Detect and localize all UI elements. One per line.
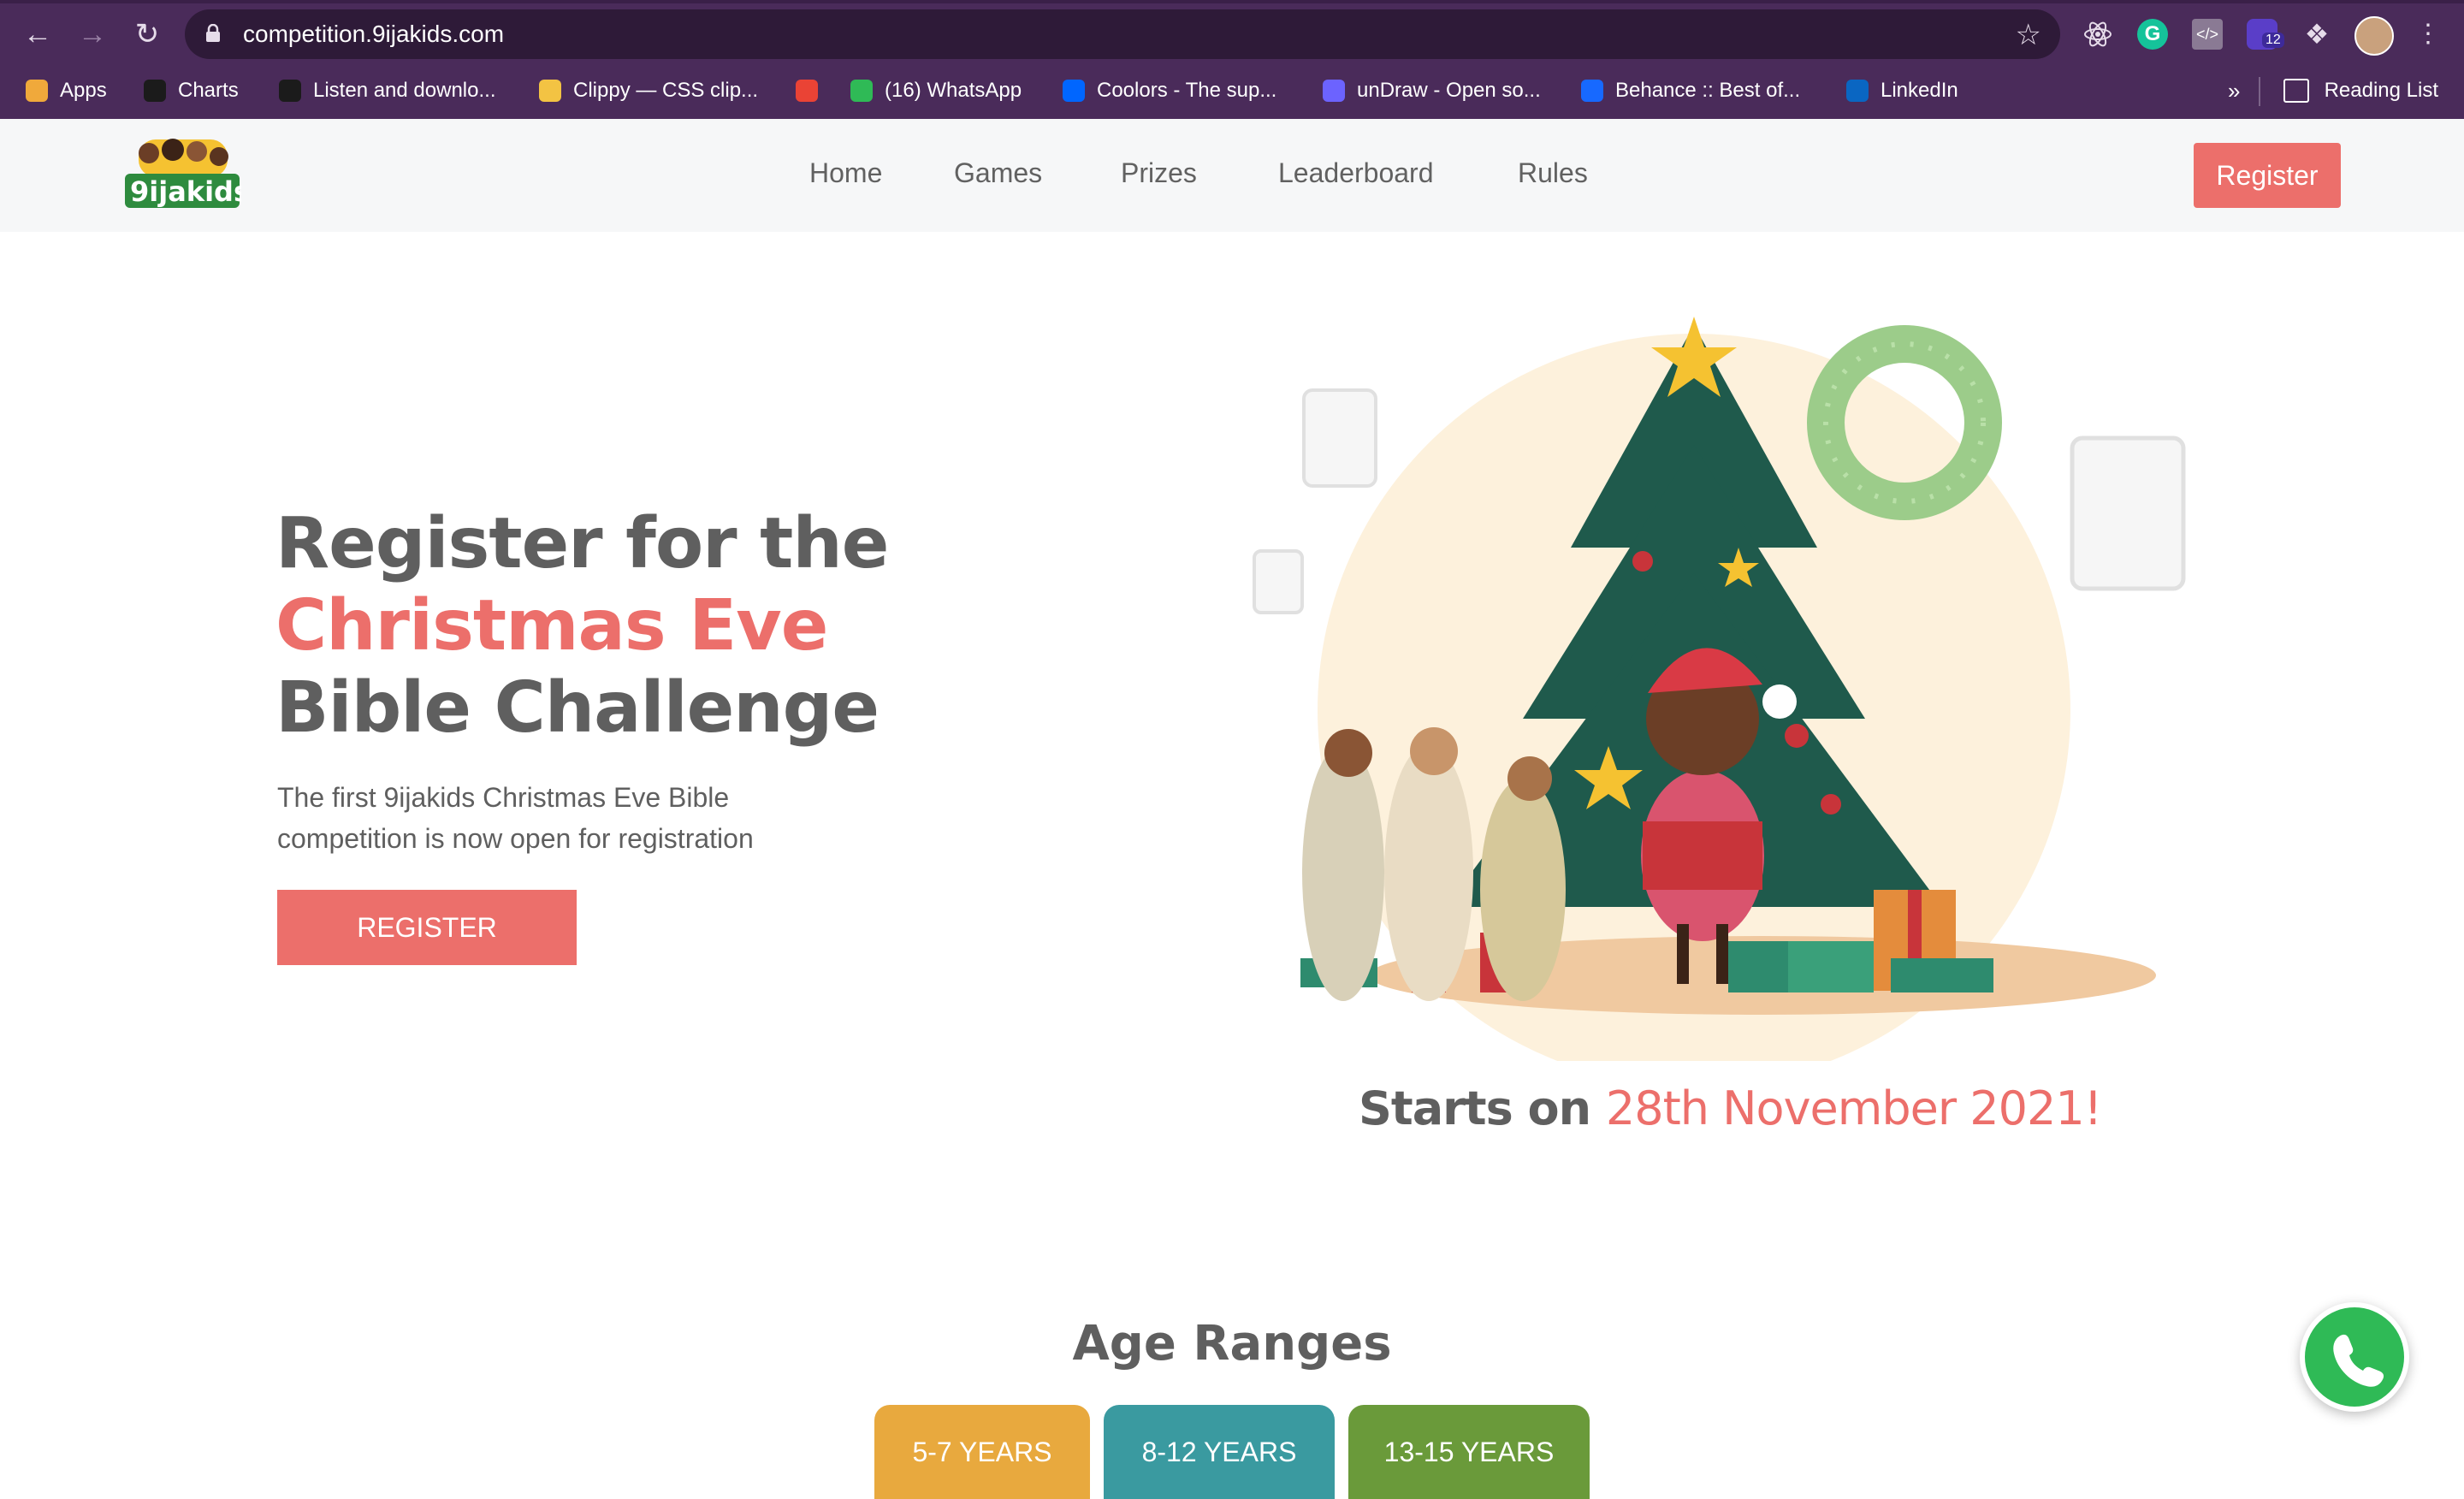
music-icon — [279, 80, 301, 102]
header-register-button[interactable]: Register — [2194, 143, 2341, 208]
bookmarks-separator — [2259, 77, 2260, 106]
reading-list-icon — [2283, 79, 2309, 103]
age-tab-5-7[interactable]: 5-7 YEARS — [874, 1405, 1090, 1499]
nav-rules[interactable]: Rules — [1518, 157, 1588, 189]
bookmark-label: (16) WhatsApp — [885, 79, 1022, 102]
nav-leaderboard[interactable]: Leaderboard — [1278, 157, 1433, 189]
open-book-icon — [1643, 821, 1762, 890]
decor-card-left — [1302, 388, 1377, 488]
clippy-icon — [539, 80, 561, 102]
behance-icon — [1581, 80, 1603, 102]
wise-man-3 — [1480, 779, 1566, 1001]
bookmark-label: LinkedIn — [1881, 79, 1958, 102]
hero-title-line1: Register for the — [275, 503, 889, 584]
extension-badge: 12 — [2262, 33, 2284, 48]
reading-list-label: Reading List — [2324, 79, 2438, 102]
react-devtools-icon[interactable] — [2082, 19, 2113, 50]
whatsapp-chat-button[interactable] — [2300, 1302, 2409, 1412]
wise-man-2 — [1384, 744, 1473, 1001]
nav-home[interactable]: Home — [809, 157, 882, 189]
hero-title: Register for the Christmas Eve Bible Cha… — [275, 503, 926, 750]
bookmark-label: Listen and downlo... — [313, 79, 496, 102]
start-date-text: Starts on 28th November 2021! — [1359, 1081, 2102, 1135]
phone-icon — [2333, 1334, 2384, 1387]
reload-icon[interactable]: ↻ — [130, 17, 164, 51]
bookmark-linkedin[interactable]: LinkedIn — [1846, 75, 1958, 106]
forward-icon[interactable]: → — [75, 17, 110, 51]
age-tab-label: 8-12 YEARS — [1141, 1437, 1297, 1467]
wise-man-1 — [1302, 744, 1384, 1001]
age-tab-13-15[interactable]: 13-15 YEARS — [1348, 1405, 1590, 1499]
bookmark-label: Clippy — CSS clip... — [573, 79, 759, 102]
nav-prizes[interactable]: Prizes — [1121, 157, 1197, 189]
age-tab-label: 13-15 YEARS — [1383, 1437, 1555, 1467]
reading-list-button[interactable]: Reading List — [2283, 75, 2438, 106]
9ijakids-logo[interactable]: 9ijakids — [123, 131, 241, 218]
age-tab-8-12[interactable]: 8-12 YEARS — [1104, 1405, 1335, 1499]
decor-card-right — [2070, 435, 2186, 591]
logo-text: 9ijakids — [130, 175, 241, 208]
bookmark-charts[interactable]: Charts — [144, 75, 239, 106]
age-tab-label: 5-7 YEARS — [912, 1437, 1052, 1467]
bookmark-label: Charts — [178, 79, 239, 102]
whatsapp-icon — [850, 80, 873, 102]
bookmark-label: unDraw - Open so... — [1357, 79, 1541, 102]
lock-icon — [206, 24, 220, 42]
bookmarks-bar: Apps Charts Listen and downlo... Clippy — C… — [0, 67, 2464, 116]
browser-toolbar: ← → ↻ competition.9ijakids.com ☆ G </> 1… — [0, 3, 2464, 63]
bookmark-whatsapp[interactable]: (16) WhatsApp — [850, 75, 1022, 106]
charts-icon — [144, 80, 166, 102]
bookmark-undraw[interactable]: unDraw - Open so... — [1323, 75, 1541, 106]
bookmark-coolors[interactable]: Coolors - The sup... — [1063, 75, 1276, 106]
purple-extension-icon[interactable]: 12 — [2247, 19, 2284, 50]
site-header: 9ijakids Home Games Prizes Leaderboard R… — [0, 119, 2464, 232]
hero-subtitle: The first 9ijakids Christmas Eve Bible c… — [277, 782, 754, 854]
hero-register-button[interactable]: REGISTER — [277, 890, 577, 965]
bookmark-label: Coolors - The sup... — [1097, 79, 1277, 102]
url-text: competition.9ijakids.com — [243, 21, 505, 47]
starts-date: 28th November 2021! — [1605, 1081, 2102, 1135]
browser-chrome: ← → ↻ competition.9ijakids.com ☆ G </> 1… — [0, 0, 2464, 119]
hero-title-line3: Bible Challenge — [275, 667, 880, 749]
bookmark-label: Behance :: Best of... — [1615, 79, 1801, 102]
nav-games[interactable]: Games — [954, 157, 1042, 189]
address-bar[interactable]: competition.9ijakids.com ☆ — [185, 9, 2060, 59]
code-extension-icon[interactable]: </> — [2192, 19, 2223, 50]
christmas-illustration — [1253, 317, 2186, 1061]
bookmark-star-icon[interactable]: ☆ — [2016, 18, 2041, 52]
linkedin-icon — [1846, 80, 1869, 102]
bookmark-apps-grid[interactable]: Apps — [26, 75, 107, 106]
hero-title-accent: Christmas Eve — [275, 585, 828, 667]
bookmarks-overflow-button[interactable]: » — [2228, 75, 2240, 106]
grammarly-icon[interactable]: G — [2137, 19, 2168, 50]
profile-avatar[interactable] — [2354, 16, 2394, 56]
menu-dots-icon[interactable]: ⋮ — [2411, 17, 2445, 51]
decor-card-small — [1253, 549, 1304, 614]
bookmark-music[interactable]: Listen and downlo... — [279, 75, 495, 106]
coolors-icon — [1063, 80, 1085, 102]
extensions-puzzle-icon[interactable]: ❖ — [2301, 19, 2332, 50]
apps-grid-icon — [26, 80, 48, 102]
bookmark-behance[interactable]: Behance :: Best of... — [1581, 75, 1800, 106]
back-icon[interactable]: ← — [21, 17, 55, 51]
starts-prefix: Starts on — [1359, 1081, 1591, 1135]
bookmark-label: Apps — [60, 79, 107, 102]
age-ranges-title: Age Ranges — [1072, 1316, 1392, 1372]
gmail-icon — [796, 80, 818, 102]
undraw-icon — [1323, 80, 1345, 102]
bookmark-gmail[interactable] — [796, 75, 830, 106]
bookmark-clippy[interactable]: Clippy — CSS clip... — [539, 75, 758, 106]
